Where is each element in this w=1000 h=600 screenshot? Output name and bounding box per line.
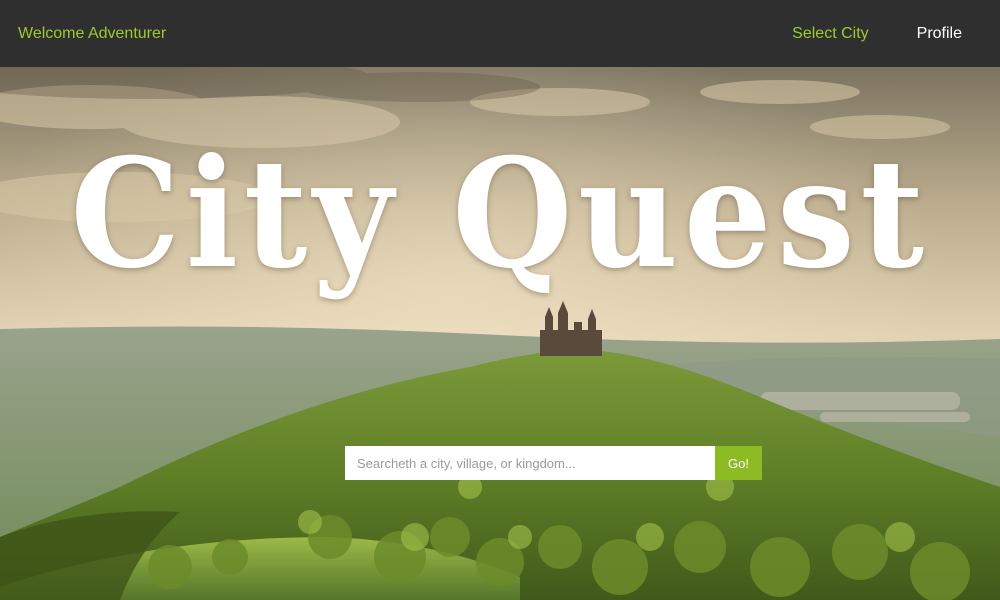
city-quest-title: City Quest	[70, 126, 930, 302]
profile-link[interactable]: Profile	[917, 25, 962, 43]
welcome-brand-link[interactable]: Welcome Adventurer	[18, 25, 166, 43]
hero-banner: City Quest Go!	[0, 67, 1000, 600]
city-search-input[interactable]	[345, 446, 715, 480]
select-city-link[interactable]: Select City	[792, 25, 868, 43]
nav-links: Select City Profile	[744, 25, 982, 43]
top-navbar: Welcome Adventurer Select City Profile	[0, 0, 1000, 67]
city-search-form: Go!	[345, 446, 762, 480]
go-search-button[interactable]: Go!	[715, 446, 762, 480]
